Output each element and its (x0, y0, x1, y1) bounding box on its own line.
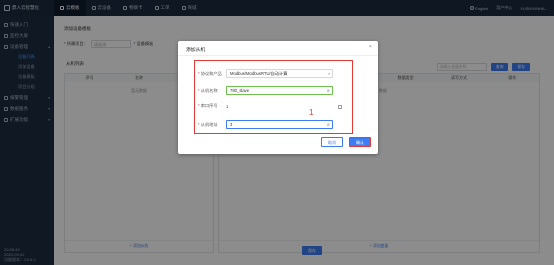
dialog-actions: 取消 确认 (321, 137, 371, 147)
serial-value[interactable]: 1 (226, 104, 228, 109)
slave-name-row: * 从机名称 780_slave ⊗ (198, 86, 333, 95)
serial-label: * 串口序号 (198, 103, 226, 109)
slave-name-input[interactable]: 780_slave ⊗ (226, 86, 333, 95)
close-icon[interactable]: × (369, 44, 372, 50)
dialog-divider (178, 55, 378, 56)
serial-label-text: 串口序号 (200, 103, 218, 108)
serial-checkbox[interactable] (338, 105, 342, 109)
clear-icon[interactable]: ⊗ (327, 121, 330, 129)
slave-name-label: * 从机名称 (198, 88, 226, 94)
serial-row: * 串口序号 1 (198, 103, 228, 109)
annotation-number: 1 (309, 108, 314, 117)
slave-address-row: * 从机地址 3 ⊗ (198, 120, 333, 129)
protocol-value: Modbus/ModbusRTU/自动计算 (230, 71, 288, 76)
slave-name-value: 780_slave (230, 88, 250, 93)
protocol-select[interactable]: Modbus/ModbusRTU/自动计算 ▾ (226, 69, 333, 78)
chevron-down-icon: ▾ (328, 72, 330, 76)
cancel-button[interactable]: 取消 (321, 137, 343, 147)
confirm-button[interactable]: 确认 (349, 137, 371, 147)
slave-name-label-text: 从机名称 (200, 87, 218, 93)
slave-address-label: * 从机地址 (198, 122, 226, 128)
protocol-label: * 协议和产品 (198, 71, 226, 77)
clear-icon[interactable]: ⊗ (327, 87, 330, 95)
slave-address-label-text: 从机地址 (200, 121, 218, 127)
protocol-label-text: 协议和产品 (200, 70, 222, 76)
protocol-row: * 协议和产品 Modbus/ModbusRTU/自动计算 ▾ (198, 69, 333, 78)
slave-address-input[interactable]: 3 ⊗ (226, 120, 333, 129)
slave-address-value: 3 (230, 122, 233, 127)
add-slave-dialog: 添加从机 × * 协议和产品 Modbus/ModbusRTU/自动计算 ▾ *… (178, 41, 378, 154)
dialog-title: 添加从机 (186, 48, 206, 53)
